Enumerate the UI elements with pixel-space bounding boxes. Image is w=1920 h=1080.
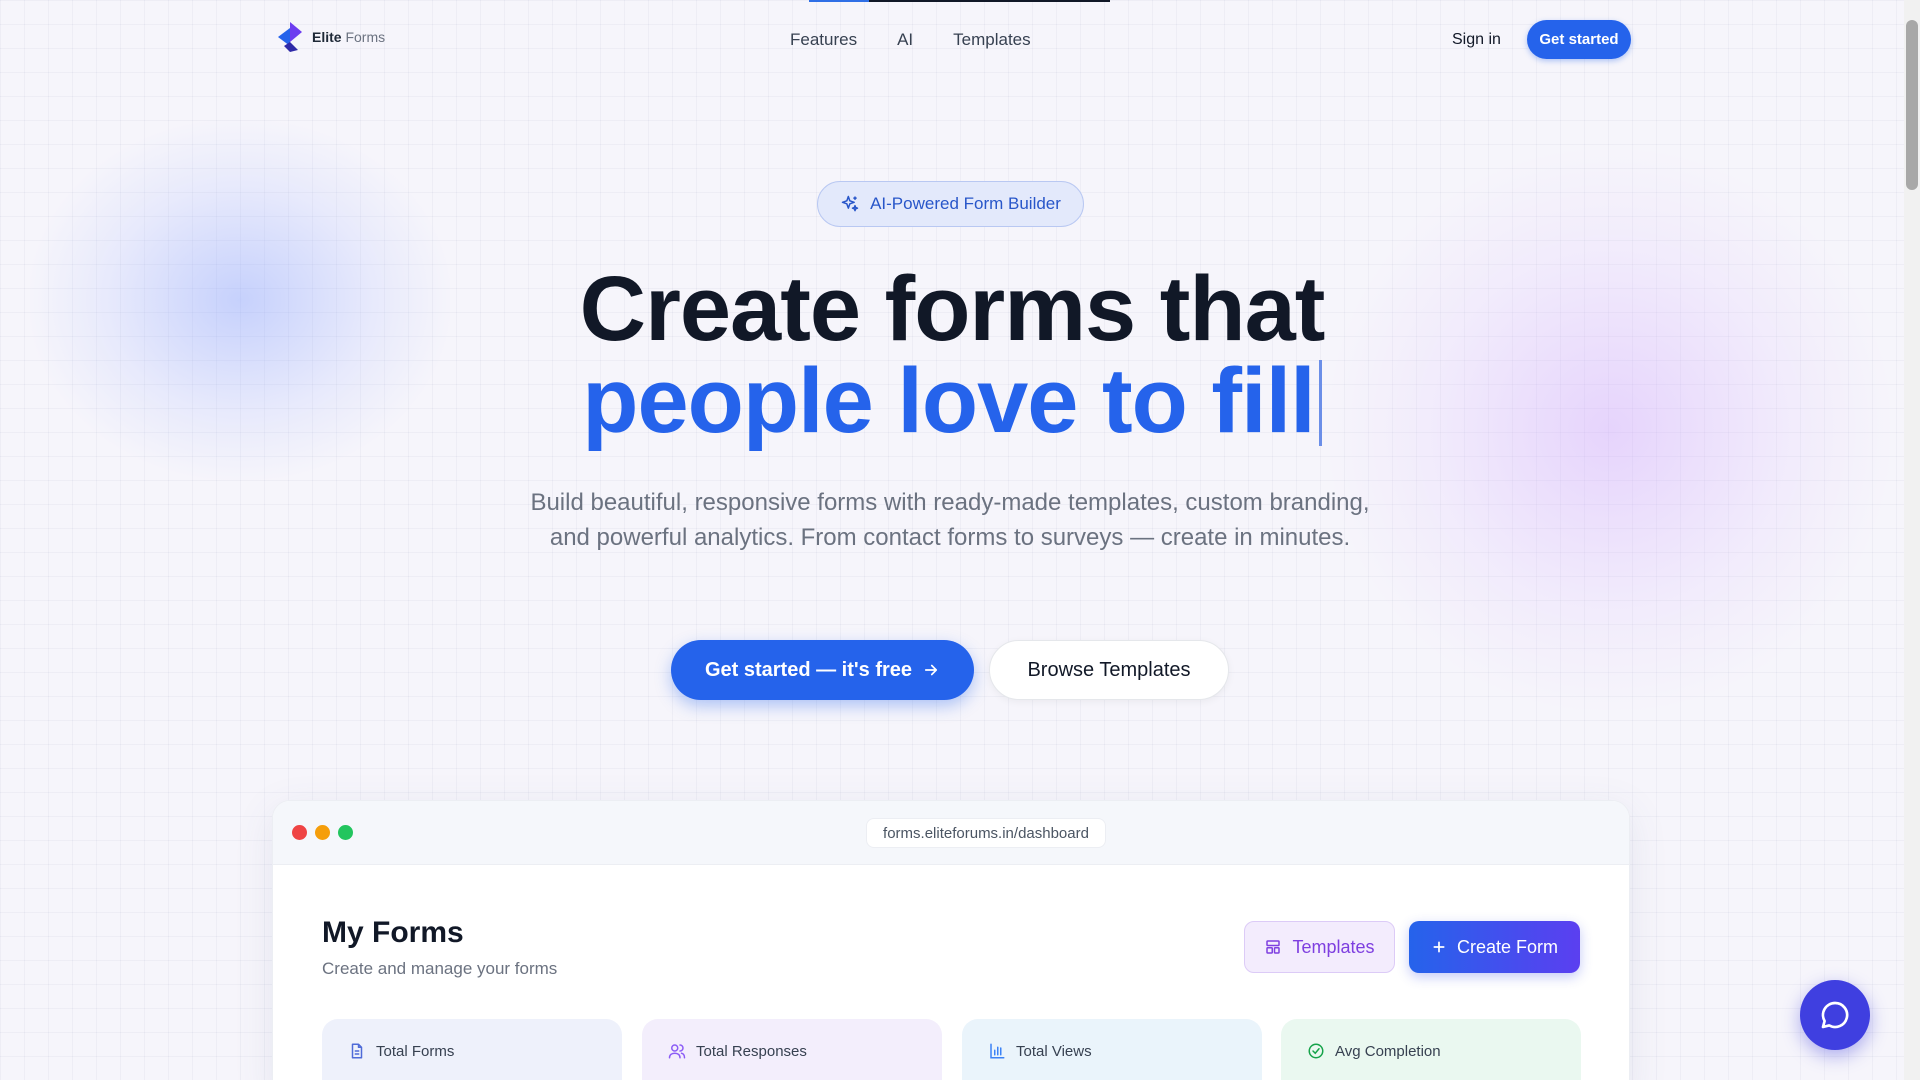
hero-title-line1: Create forms that bbox=[579, 258, 1326, 360]
chat-bubble-icon bbox=[1821, 1001, 1849, 1029]
layout-template-icon bbox=[1266, 940, 1281, 954]
logo-icon bbox=[278, 22, 302, 52]
chat-button[interactable] bbox=[1800, 980, 1870, 1050]
plus-icon bbox=[1433, 941, 1445, 953]
sign-in-link[interactable]: Sign in bbox=[1452, 31, 1501, 49]
arrow-right-icon bbox=[924, 664, 938, 676]
scrollbar-thumb[interactable] bbox=[1906, 20, 1918, 190]
get-started-free-label: Get started — it's free bbox=[704, 658, 913, 681]
users-icon bbox=[668, 1044, 686, 1059]
stat-card-total-forms: Total Forms bbox=[322, 1019, 622, 1080]
create-form-button-label: Create Form bbox=[1456, 936, 1559, 957]
stat-card-total-responses: Total Responses bbox=[642, 1019, 942, 1080]
hero-subtitle: Build beautiful, responsive forms with r… bbox=[530, 489, 1370, 551]
stat-label: Avg Completion bbox=[1335, 1043, 1441, 1060]
nav-link-ai[interactable]: AI bbox=[897, 30, 913, 50]
check-circle-icon bbox=[1308, 1043, 1324, 1059]
nav-link-features[interactable]: Features bbox=[790, 30, 857, 50]
url-bar: forms.eliteforums.in/dashboard bbox=[866, 818, 1106, 848]
stat-label: Total Views bbox=[1016, 1043, 1092, 1060]
stat-card-total-views: Total Views bbox=[962, 1019, 1262, 1080]
stat-label: Total Responses bbox=[696, 1043, 807, 1060]
typing-caret bbox=[1318, 360, 1322, 446]
logo-text-light: Forms bbox=[345, 29, 386, 45]
my-forms-subtitle: Create and manage your forms bbox=[322, 959, 558, 978]
stat-card-avg-completion: Avg Completion bbox=[1281, 1019, 1581, 1080]
browse-templates-button[interactable]: Browse Templates bbox=[989, 640, 1229, 700]
ai-badge: AI-Powered Form Builder bbox=[817, 181, 1084, 227]
window-close-dot bbox=[292, 825, 307, 840]
stat-label: Total Forms bbox=[376, 1043, 455, 1060]
ai-badge-label: AI-Powered Form Builder bbox=[870, 194, 1061, 213]
create-form-button[interactable]: Create Form bbox=[1409, 921, 1580, 973]
templates-button-label: Templates bbox=[1292, 936, 1375, 957]
document-icon bbox=[351, 1043, 363, 1059]
templates-button[interactable]: Templates bbox=[1244, 921, 1395, 973]
hero-title-line2: people love to fill bbox=[582, 350, 1315, 452]
nav-links: Features AI Templates bbox=[790, 30, 1031, 50]
nav-link-templates[interactable]: Templates bbox=[953, 30, 1030, 50]
my-forms-title: My Forms bbox=[322, 916, 464, 949]
window-minimize-dot bbox=[315, 825, 330, 840]
get-started-nav-button[interactable]: Get started bbox=[1527, 20, 1631, 59]
bar-chart-icon bbox=[990, 1043, 1005, 1059]
logo[interactable]: Elite Forms bbox=[276, 20, 385, 54]
window-maximize-dot bbox=[338, 825, 353, 840]
page-progress-bar bbox=[809, 0, 1110, 2]
sparkles-icon bbox=[841, 195, 859, 212]
hero-title: Create forms that people love to fill bbox=[0, 263, 1904, 447]
browser-chrome: forms.eliteforums.in/dashboard bbox=[273, 801, 1629, 865]
get-started-free-button[interactable]: Get started — it's free bbox=[671, 640, 974, 700]
navbar: Elite Forms Features AI Templates Sign i… bbox=[0, 0, 1904, 80]
logo-text-bold: Elite bbox=[312, 29, 342, 45]
dashboard-preview: forms.eliteforums.in/dashboard My Forms … bbox=[272, 800, 1630, 1080]
